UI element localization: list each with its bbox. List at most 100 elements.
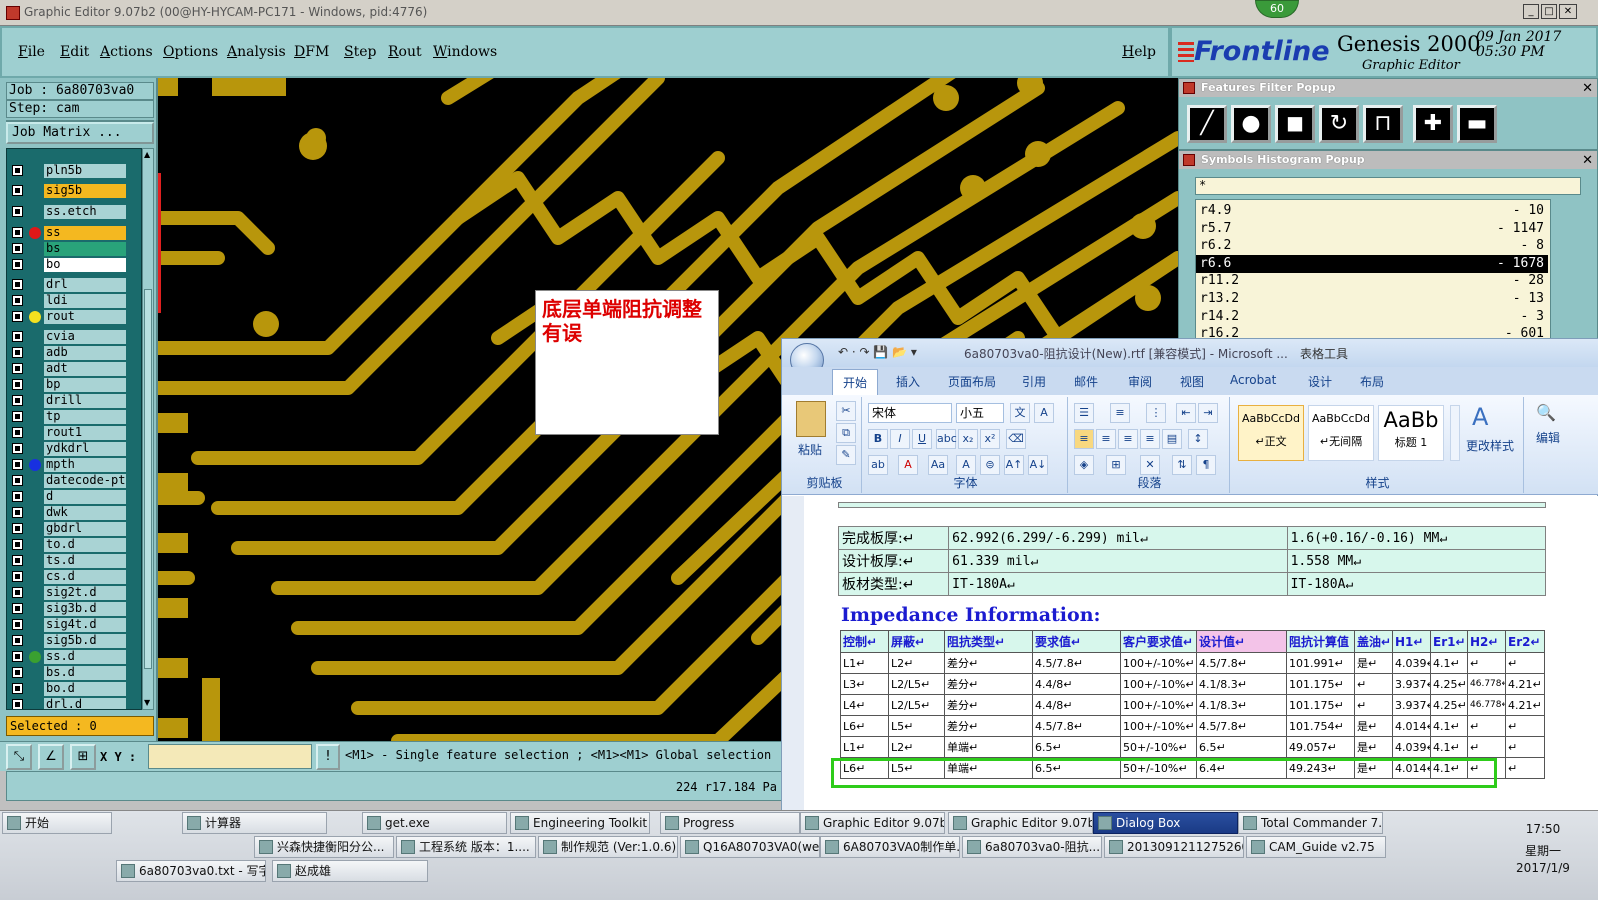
layer-row[interactable]: ldi [7,293,141,308]
taskbar-item[interactable]: 赵成雄 [272,860,428,882]
shading-icon[interactable]: ◈ [1074,455,1094,475]
layer-name[interactable]: ydkdrl [44,442,126,456]
start-button[interactable]: 开始 [2,812,112,834]
remove-icon[interactable]: ▬ [1457,105,1497,143]
layer-checkbox[interactable] [12,539,23,550]
tab-home[interactable]: 开始 [832,369,879,395]
layer-name[interactable]: bo.d [44,682,126,696]
char-border-icon[interactable]: A [1034,403,1054,423]
taskbar-item[interactable]: Graphic Editor 9.07b2 ... [948,812,1093,834]
taskbar-item[interactable]: Dialog Box [1093,812,1238,834]
symbol-row[interactable]: r6.6 - 1678 [1196,254,1548,273]
layer-checkbox[interactable] [12,206,23,217]
layer-name[interactable]: d [44,490,126,504]
bold-icon[interactable]: B [868,429,888,449]
increase-indent-icon[interactable]: ⇥ [1198,403,1218,423]
menu-edit[interactable]: Edit [60,44,89,60]
subscript-icon[interactable]: x₂ [958,429,978,449]
layer-name[interactable]: drl.d [44,698,126,709]
layer-row[interactable]: gbdrl [7,521,141,536]
close-button[interactable]: ✕ [1559,4,1577,19]
layer-name[interactable]: mpth [44,458,126,472]
layer-checkbox[interactable] [12,443,23,454]
style-heading-1[interactable]: AaBb 标题 1 [1378,405,1444,461]
layer-name[interactable]: sig5b [44,184,126,198]
cut-icon[interactable]: ✂ [836,401,856,421]
arc-filter-icon[interactable]: ↻ [1319,105,1359,143]
change-case-icon[interactable]: Aa [928,455,948,475]
layer-checkbox[interactable] [12,619,23,630]
layer-name[interactable]: drl [44,278,126,292]
layer-checkbox[interactable] [12,363,23,374]
layer-row[interactable]: sig4t.d [7,617,141,632]
layer-row[interactable]: to.d [7,537,141,552]
layer-row[interactable]: ts.d [7,553,141,568]
layer-name[interactable]: bs [44,242,126,256]
layer-row[interactable]: drl [7,277,141,292]
layer-checkbox[interactable] [12,395,23,406]
layer-name[interactable]: sig3b.d [44,602,126,616]
layer-checkbox[interactable] [12,603,23,614]
menu-file[interactable]: File [18,44,45,60]
layer-row[interactable]: tp [7,409,141,424]
layer-name[interactable]: ss.etch [44,205,126,219]
layer-checkbox[interactable] [12,259,23,270]
layer-row[interactable]: sig2t.d [7,585,141,600]
layer-name[interactable]: rout [44,310,126,324]
layer-row[interactable]: bo [7,257,141,272]
menu-dfm[interactable]: DFM [294,44,329,60]
numbering-icon[interactable]: ≡ [1110,403,1130,423]
taskbar-item[interactable]: Engineering Toolkit 9.... [510,812,650,834]
layer-row[interactable]: cs.d [7,569,141,584]
symbol-row[interactable]: r13.2 - 13 [1196,290,1548,308]
layer-name[interactable]: bo [44,258,126,272]
taskbar-item[interactable]: 计算器 [182,812,327,834]
scroll-up-icon[interactable]: ▲ [144,151,152,159]
taskbar-item[interactable]: 6a80703va0-阻抗... [962,836,1102,858]
layer-row[interactable]: drl.d [7,697,141,709]
tab-page-layout[interactable]: 页面布局 [948,373,996,390]
chinese-layout-icon[interactable]: ✕ [1140,455,1160,475]
styles-scroll[interactable] [1450,405,1460,461]
grid-icon[interactable]: ⊞ [70,744,96,770]
format-painter-icon[interactable]: ✎ [836,445,856,465]
paste-button[interactable]: 粘贴 [798,441,822,458]
style-normal[interactable]: AaBbCcDd ↵正文 [1238,405,1304,461]
layer-row[interactable]: dwk [7,505,141,520]
style-no-spacing[interactable]: AaBbCcDd ↵无间隔 [1308,405,1374,461]
layer-name[interactable]: ts.d [44,554,126,568]
shrink-font-icon[interactable]: A↓ [1028,455,1048,475]
layer-name[interactable]: drill [44,394,126,408]
tab-mailings[interactable]: 邮件 [1074,373,1098,390]
layer-row[interactable]: ss [7,225,141,240]
quick-access-toolbar[interactable]: ↶ · ↷ 💾 📂 ▾ [838,345,917,359]
layer-name[interactable]: tp [44,410,126,424]
zoom-fit-icon[interactable]: ⤡ [6,744,32,770]
layer-list-scrollbar[interactable]: ▲ ▼ [142,148,154,710]
layer-row[interactable]: bs [7,241,141,256]
tab-insert[interactable]: 插入 [896,373,920,390]
layer-name[interactable]: sig5b.d [44,634,126,648]
layer-name[interactable]: cvia [44,330,126,344]
find-icon[interactable]: 🔍 [1536,403,1556,422]
layer-checkbox[interactable] [12,227,23,238]
layer-checkbox[interactable] [12,651,23,662]
symbol-row[interactable]: r5.7 - 1147 [1196,220,1548,238]
layer-row[interactable]: drill [7,393,141,408]
job-matrix-button[interactable]: Job Matrix ... [6,122,154,144]
layer-checkbox[interactable] [12,427,23,438]
layer-checkbox[interactable] [12,555,23,566]
taskbar-item[interactable]: 20130912112752601... [1104,836,1244,858]
change-styles-button[interactable]: 更改样式 [1466,437,1514,454]
underline-icon[interactable]: U [912,429,932,449]
layer-checkbox[interactable] [12,491,23,502]
xy-input[interactable] [148,744,312,769]
taskbar-item[interactable]: 工程系统 版本：1.... [396,836,536,858]
layer-color-dot[interactable] [29,227,41,239]
tab-acrobat[interactable]: Acrobat [1230,373,1276,387]
layer-row[interactable]: pln5b [7,163,141,178]
layer-row[interactable]: bs.d [7,665,141,680]
tab-review[interactable]: 审阅 [1128,373,1152,390]
layer-checkbox[interactable] [12,699,23,709]
distribute-icon[interactable]: ▤ [1162,429,1182,449]
